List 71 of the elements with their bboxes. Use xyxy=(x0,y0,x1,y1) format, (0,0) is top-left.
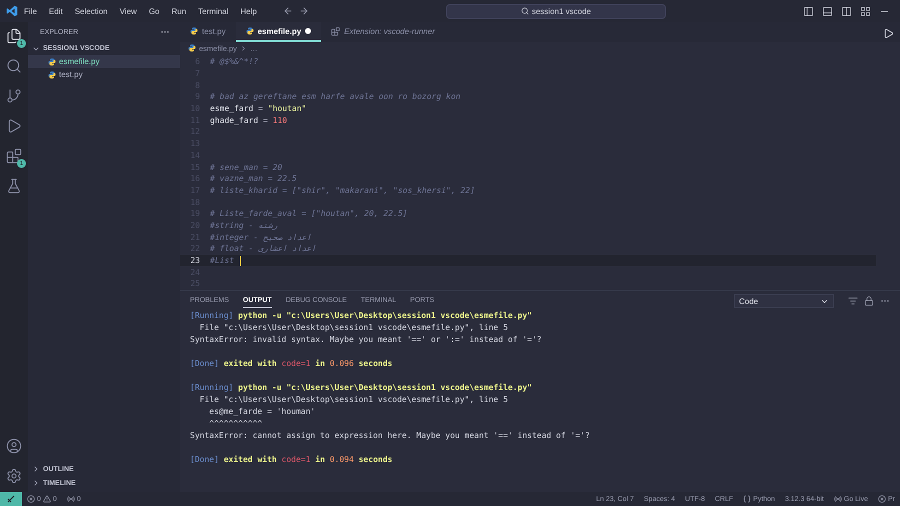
code-line: #List xyxy=(210,256,236,266)
lock-icon xyxy=(864,296,874,306)
code-line: #integer - اعداد صحیح xyxy=(210,232,312,242)
text-cursor xyxy=(240,256,242,266)
search-value: session1 vscode xyxy=(532,6,591,16)
error-icon xyxy=(27,495,35,503)
python-icon xyxy=(48,70,56,78)
output-line: es@me_farde = 'houman' xyxy=(208,407,316,416)
grid-layout-icon xyxy=(860,6,871,16)
output-line: File "c:\Users\User\Desktop\session1 vscode\esmefile.py", line 5 xyxy=(198,323,508,332)
split-layout-icon xyxy=(840,6,852,16)
code-line: # bad az gereftane esm harfe avale oon ro bozorg kon xyxy=(210,92,460,102)
filter-list-icon xyxy=(848,296,858,306)
output-line: SyntaxError: cannot assign to expression here. Maybe you meant '==' instead of '='? xyxy=(190,431,590,440)
menu-item[interactable]: View xyxy=(114,6,143,16)
tab-label: Extension: vscode-runner xyxy=(344,26,435,36)
editor-tab[interactable]: esmefile.py xyxy=(236,22,322,42)
braces-icon xyxy=(743,495,752,503)
code-line: #string - رشته xyxy=(210,220,278,230)
chevron-right-icon xyxy=(240,44,247,52)
broadcast-icon xyxy=(834,495,842,503)
python-icon xyxy=(190,27,198,35)
output-line: [Running] python -u "c:\Users\User\Desktop\session1 vscode\esmefile.py" xyxy=(190,311,532,320)
output-line: ^^^^^^^^^^^ xyxy=(208,419,262,428)
tab-label: test.py xyxy=(202,26,226,36)
code-line: # @$%&^*!? xyxy=(210,57,258,66)
account-icon[interactable] xyxy=(4,436,24,456)
remote-icon xyxy=(7,495,15,503)
explorer-row[interactable]: test.py xyxy=(28,68,180,81)
sidebar-layout-icon xyxy=(802,6,814,16)
extension-icon xyxy=(331,26,340,36)
menu-item[interactable]: Help xyxy=(234,6,263,16)
tab-label: esmefile.py xyxy=(258,26,302,36)
command-search-field[interactable]: session1 vscode xyxy=(446,4,666,18)
explorer-row[interactable]: esmefile.py xyxy=(28,55,180,68)
antenna-icon xyxy=(66,495,75,503)
code-line: # vazne_man = 22.5 xyxy=(210,174,297,184)
search-icon xyxy=(520,7,529,15)
code-line: # Liste_farde_aval = ["houtan", 20, 22.5] xyxy=(210,209,408,218)
output-line: [Done] exited with code=1 in 0.094 seconds xyxy=(190,455,392,464)
output-line: SyntaxError: invalid syntax. Maybe you meant '==' or ':=' instead of '='? xyxy=(190,335,542,344)
file-name: test.py xyxy=(59,70,83,79)
editor-tab[interactable]: test.py xyxy=(180,22,236,42)
menu-item[interactable]: Go xyxy=(142,6,166,16)
menu-item[interactable]: Edit xyxy=(42,6,69,16)
editor-tab[interactable]: Extension: vscode-runner xyxy=(321,22,445,42)
line-number: 23 xyxy=(189,256,201,266)
code-line: # liste_kharid = ["shir", "makarani", "sos_khersi", 22] xyxy=(210,186,475,195)
warning-icon xyxy=(42,495,51,503)
python-icon xyxy=(188,44,196,52)
output-line: [Done] exited with code=1 in 0.096 seconds xyxy=(190,359,392,368)
file-name: esmefile.py xyxy=(59,57,100,66)
menu-item[interactable]: Run xyxy=(165,6,192,16)
code-line: esme_fard = "houtan" xyxy=(210,104,306,114)
output-channel-dropdown[interactable]: Code xyxy=(734,294,834,308)
menu-item[interactable]: Terminal xyxy=(192,6,234,16)
run-icon[interactable] xyxy=(883,28,894,39)
app-logo-icon xyxy=(6,5,18,17)
output-line: File "c:\Users\User\Desktop\session1 vscode\esmefile.py", line 5 xyxy=(198,395,508,404)
code-line: # float - اعداد اعشاری xyxy=(210,244,316,254)
panel-layout-icon xyxy=(822,6,833,16)
python-icon xyxy=(246,27,254,35)
output-line: [Running] python -u "c:\Users\User\Desktop\session1 vscode\esmefile.py" xyxy=(190,383,532,392)
code-line: # sene_man = 20 xyxy=(210,162,282,172)
menu-item[interactable]: Selection xyxy=(68,6,114,16)
remote-button[interactable] xyxy=(0,492,22,506)
menu-item[interactable]: File xyxy=(18,6,43,16)
code-line: ghade_fard = 110 xyxy=(210,116,288,125)
back-arrow-icon[interactable] xyxy=(282,6,293,16)
forward-arrow-icon[interactable] xyxy=(298,6,309,16)
python-icon xyxy=(48,58,56,66)
